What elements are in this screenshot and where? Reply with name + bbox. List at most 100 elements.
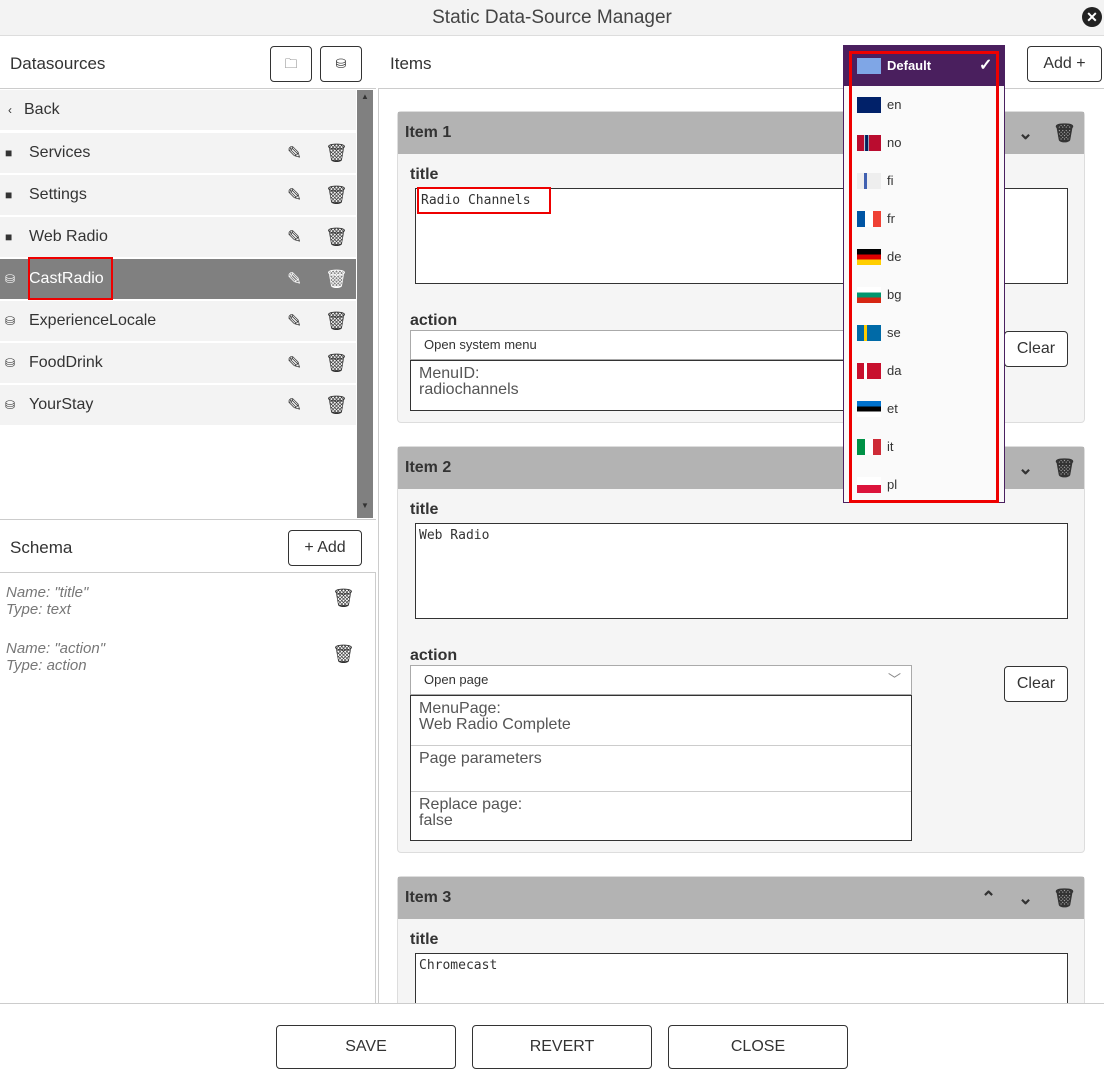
edit-icon[interactable]: ✎ — [287, 133, 302, 173]
item-title: Item 1 — [405, 124, 452, 141]
folder-icon: ■ — [5, 146, 13, 160]
chevron-down-icon[interactable]: ⌄ — [1018, 877, 1033, 919]
trash-icon[interactable]: 🗑 — [1053, 447, 1076, 489]
trash-icon[interactable]: 🗑 — [325, 343, 348, 383]
flag-en-icon — [857, 97, 881, 113]
trash-icon[interactable]: 🗑 — [325, 385, 348, 425]
check-icon: ✓ — [979, 57, 993, 74]
property[interactable]: Page parameters — [411, 746, 911, 792]
database-icon: ⛁ — [5, 272, 16, 286]
clear-button[interactable]: Clear — [1004, 666, 1068, 702]
title-label: title — [410, 931, 439, 948]
database-plus-icon: ⛁ — [335, 56, 347, 71]
folder-plus-icon: 🗀 — [284, 56, 298, 71]
add-datasource-button[interactable]: ⛁ — [320, 46, 362, 82]
language-option-no[interactable]: no — [857, 124, 901, 162]
schema-heading: Schema — [10, 538, 73, 557]
language-option-se[interactable]: se — [857, 314, 901, 352]
language-option-et[interactable]: et — [857, 390, 898, 428]
language-option-da[interactable]: da — [857, 352, 901, 390]
trash-icon[interactable]: 🗑 — [332, 644, 355, 665]
edit-icon[interactable]: ✎ — [287, 217, 302, 257]
add-schema-button[interactable]: + Add — [288, 530, 362, 566]
datasource-item[interactable]: ⛁ YourStay ✎ 🗑 — [0, 385, 356, 425]
flag-de-icon — [857, 249, 881, 265]
close-button[interactable]: CLOSE — [668, 1025, 848, 1069]
selected-language: Default — [887, 58, 932, 73]
field-name: Name: "action" — [6, 640, 106, 657]
items-heading: Items — [390, 54, 432, 73]
language-label: bg — [887, 287, 902, 302]
datasource-item[interactable]: ■ Web Radio ✎ 🗑 — [0, 217, 356, 257]
folder-icon: ■ — [5, 188, 13, 202]
property[interactable]: MenuID: radiochannels — [411, 361, 911, 403]
trash-icon[interactable]: 🗑 — [325, 259, 348, 299]
property[interactable]: MenuPage: Web Radio Complete — [411, 696, 911, 746]
datasource-item[interactable]: ⛁ FoodDrink ✎ 🗑 — [0, 343, 356, 383]
flag-no-icon — [857, 135, 881, 151]
back-label: Back — [24, 101, 60, 118]
chevron-down-icon[interactable]: ⌄ — [1018, 447, 1033, 489]
trash-icon[interactable]: 🗑 — [325, 217, 348, 257]
close-icon[interactable]: ✕ — [1082, 7, 1102, 27]
database-icon: ⛁ — [5, 314, 16, 328]
flag-fr-icon — [857, 211, 881, 227]
language-option-fr[interactable]: fr — [857, 200, 895, 238]
datasources-heading: Datasources — [10, 54, 106, 73]
language-label: fi — [887, 173, 894, 188]
language-label: en — [887, 97, 902, 112]
language-option-pl[interactable]: pl — [857, 466, 897, 504]
revert-button[interactable]: REVERT — [472, 1025, 652, 1069]
datasource-item[interactable]: ■ Services ✎ 🗑 — [0, 133, 356, 173]
flag-fi-icon — [857, 173, 881, 189]
save-button[interactable]: SAVE — [276, 1025, 456, 1069]
add-folder-button[interactable]: 🗀 — [270, 46, 312, 82]
language-option-en[interactable]: en — [857, 86, 901, 124]
chevron-up-icon[interactable]: ⌃ — [981, 877, 996, 919]
datasource-label: Web Radio — [29, 228, 108, 245]
field-type: Type: action — [6, 657, 87, 674]
language-label: da — [887, 363, 902, 378]
trash-icon[interactable]: 🗑 — [325, 133, 348, 173]
trash-icon[interactable]: 🗑 — [325, 301, 348, 341]
action-label: action — [410, 647, 458, 664]
action-select[interactable]: Open page ﹀ — [410, 665, 912, 695]
edit-icon[interactable]: ✎ — [287, 343, 302, 383]
clear-button[interactable]: Clear — [1004, 331, 1068, 367]
datasource-item[interactable]: ⛁ CastRadio ✎ 🗑 — [0, 259, 356, 299]
language-label: it — [887, 439, 894, 454]
language-option-default[interactable]: Default ✓ — [844, 46, 1004, 86]
property[interactable]: Replace page: false — [411, 792, 911, 834]
un-flag-icon — [857, 58, 881, 74]
edit-icon[interactable]: ✎ — [287, 301, 302, 341]
language-option-de[interactable]: de — [857, 238, 901, 276]
chevron-down-icon[interactable]: ⌄ — [1018, 112, 1033, 154]
chevron-down-icon: ﹀ — [887, 672, 901, 687]
window-title: Static Data-Source Manager — [0, 0, 1104, 36]
language-dropdown[interactable]: Default ✓ en no fi fr de bg se da et it pl — [843, 45, 1005, 503]
datasource-item[interactable]: ⛁ ExperienceLocale ✎ 🗑 — [0, 301, 356, 341]
edit-icon[interactable]: ✎ — [287, 385, 302, 425]
schema-field: Name: "action" Type: action — [6, 640, 105, 674]
field-name: Name: "title" — [6, 584, 89, 601]
trash-icon[interactable]: 🗑 — [332, 588, 355, 609]
edit-icon[interactable]: ✎ — [287, 259, 302, 299]
trash-icon[interactable]: 🗑 — [325, 175, 348, 215]
scrollbar[interactable]: ▲ ▼ — [357, 90, 373, 518]
title-textarea[interactable]: Web Radio — [415, 523, 1068, 619]
trash-icon[interactable]: 🗑 — [1053, 877, 1076, 919]
trash-icon[interactable]: 🗑 — [1053, 112, 1076, 154]
action-properties: MenuID: radiochannels — [410, 360, 912, 411]
datasource-item[interactable]: ■ Settings ✎ 🗑 — [0, 175, 356, 215]
edit-icon[interactable]: ✎ — [287, 175, 302, 215]
language-option-fi[interactable]: fi — [857, 162, 894, 200]
item-header: Item 3 ⌃ ⌄ 🗑 — [398, 877, 1084, 919]
language-option-it[interactable]: it — [857, 428, 894, 466]
back-button[interactable]: ‹ Back — [0, 90, 356, 130]
add-item-button[interactable]: Add + — [1027, 46, 1102, 82]
flag-it-icon — [857, 439, 881, 455]
action-select[interactable]: Open system menu — [410, 330, 912, 360]
language-label: fr — [887, 211, 895, 226]
action-label: action — [410, 312, 458, 329]
language-option-bg[interactable]: bg — [857, 276, 901, 314]
